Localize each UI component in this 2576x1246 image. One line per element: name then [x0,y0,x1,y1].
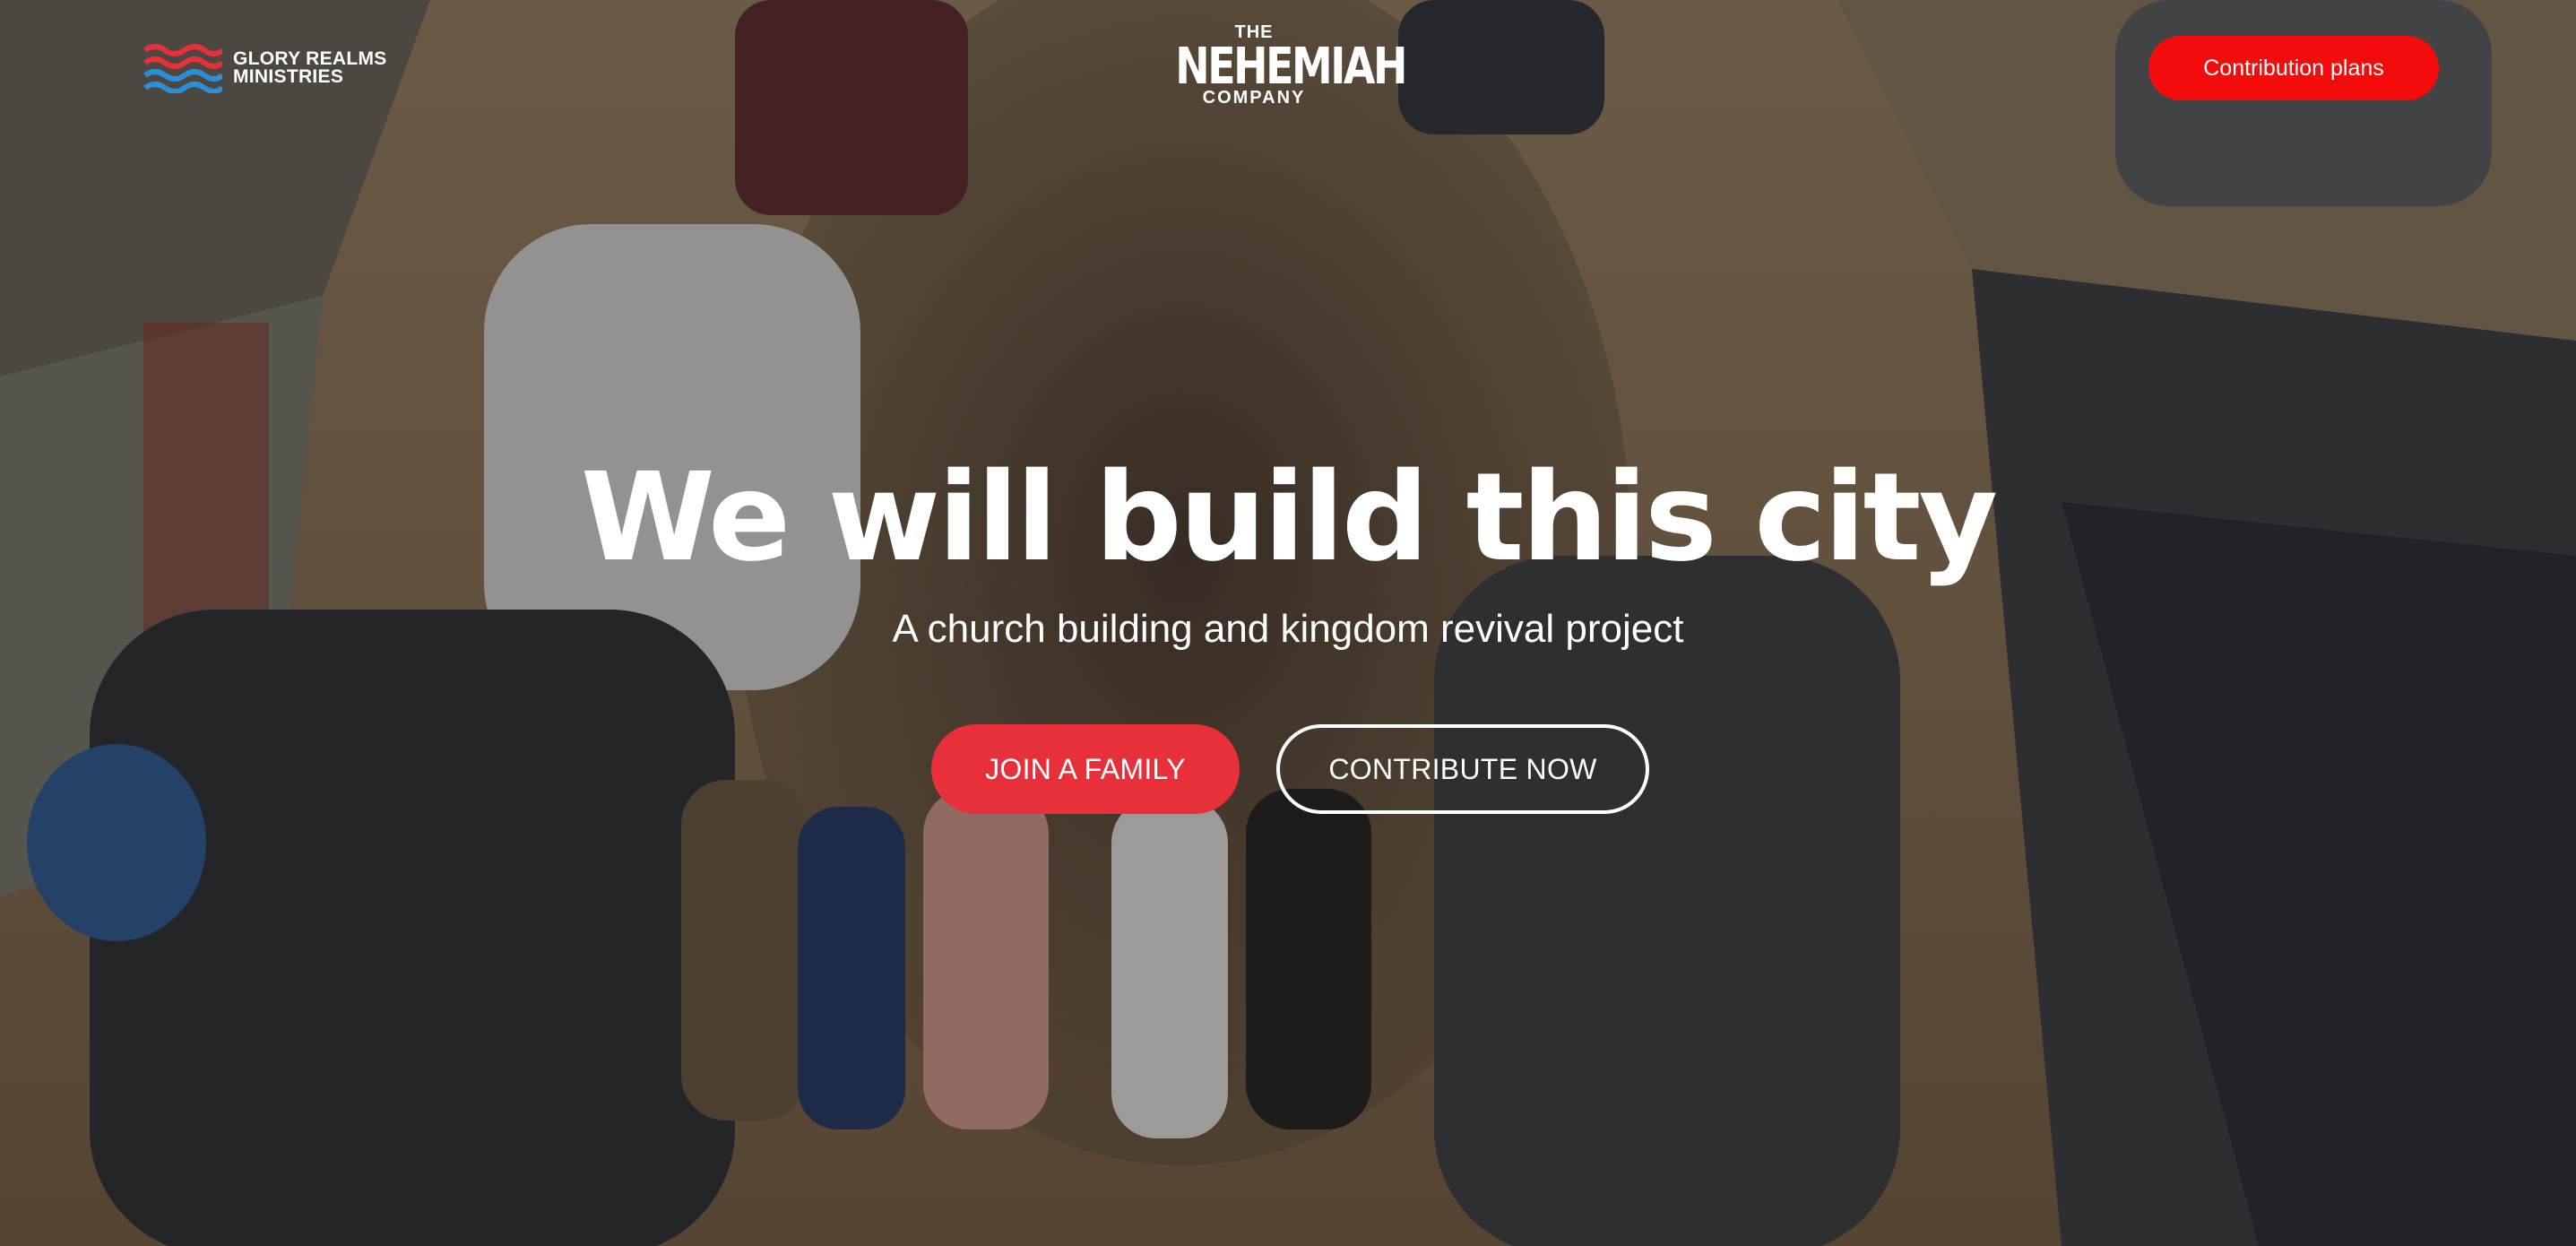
contribution-plans-button[interactable]: Contribution plans [2148,36,2439,100]
nehemiah-company-logo[interactable]: THE NEHEMIAH COMPANY [1158,23,1407,107]
join-a-family-button[interactable]: JOIN A FAMILY [931,724,1240,814]
hero-subheadline: A church building and kingdom revival pr… [892,607,1684,651]
hero-headline: We will build this city [580,447,1998,589]
logo-nehemiah: NEHEMIAH [1175,38,1407,96]
brand-name-line2: MINISTRIES [233,66,344,87]
brand-name-line1: GLORY REALMS [233,48,387,69]
wave-lines-logo-icon [143,44,222,93]
brand-logo[interactable]: GLORY REALMS MINISTRIES [143,43,387,93]
contribute-now-button[interactable]: CONTRIBUTE NOW [1276,724,1649,814]
brand-name: GLORY REALMS MINISTRIES [233,48,387,87]
